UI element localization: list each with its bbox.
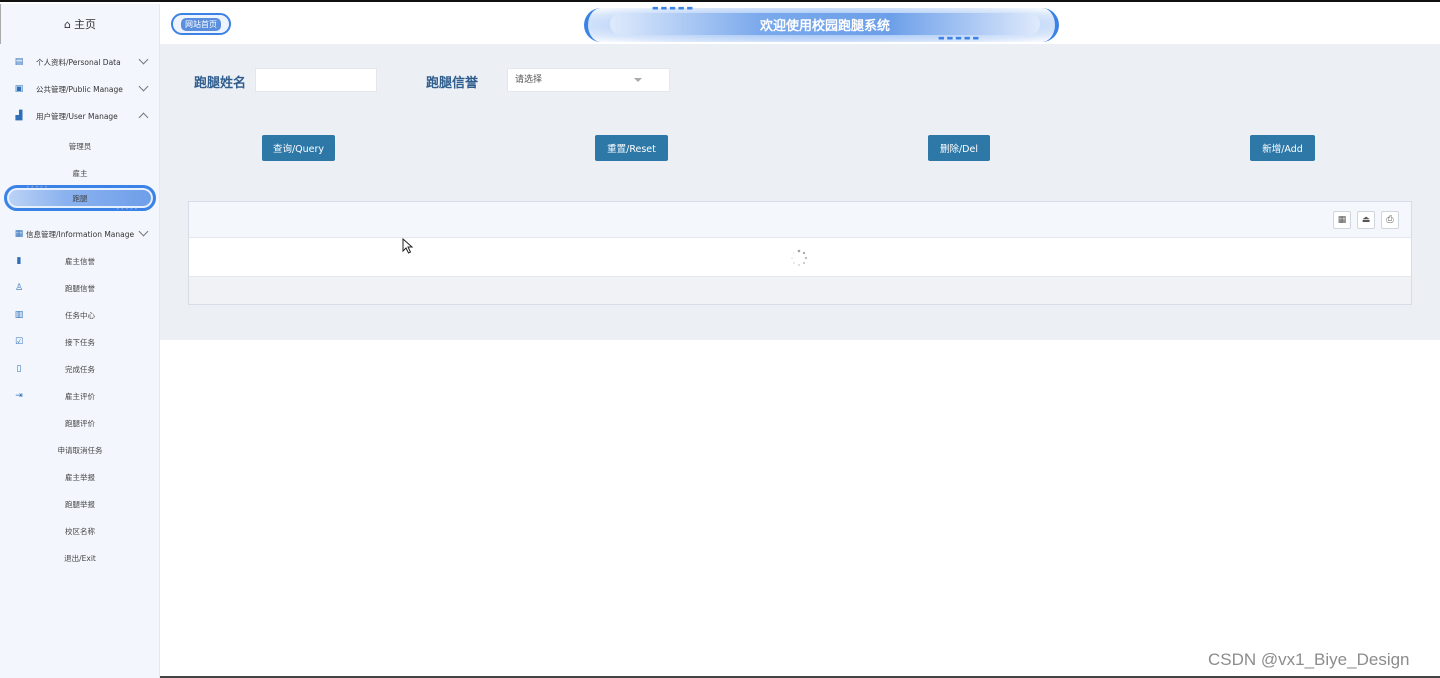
menu-label: 公共管理/Public Manage (36, 84, 123, 94)
sub-item-label: 校区名称 (65, 526, 95, 536)
query-button[interactable]: 查询/Query (262, 135, 335, 161)
print-icon[interactable]: ⎙ (1381, 211, 1399, 229)
data-table: ▦ ⏏ ⎙ (188, 201, 1412, 305)
sidebar-item-runner-review[interactable]: 跑腿评价 (0, 412, 160, 434)
sidebar-home-label: 主页 (73, 18, 96, 31)
sidebar: ⌂ 主页 ▤ 个人资料/Personal Data ▣ 公共管理/Public … (0, 4, 160, 678)
person-badge-icon: ♙ (14, 283, 24, 293)
sidebar-item-employer-review[interactable]: ⇥ 雇主评价 (0, 385, 160, 407)
runner-reputation-select[interactable]: 请选择 (507, 68, 670, 92)
sub-item-label: 退出/Exit (64, 553, 96, 563)
app-frame: ⌂ 主页 ▤ 个人资料/Personal Data ▣ 公共管理/Public … (0, 0, 1440, 678)
welcome-text: 欢迎使用校园跑腿系统 (610, 13, 1040, 35)
sub-item-label: 任务中心 (65, 310, 95, 320)
menu-label: 用户管理/User Manage (36, 111, 118, 121)
building-icon: ▦ (14, 229, 24, 239)
menu-personal-data[interactable]: ▤ 个人资料/Personal Data (0, 51, 160, 73)
logout-arrow-icon: ⇥ (15, 391, 23, 401)
menu-label: 个人资料/Personal Data (36, 57, 121, 67)
decor-dots: ▬▬▬▬▬ (938, 34, 982, 42)
sub-item-label: 雇主举报 (65, 472, 95, 482)
watermark-text: CSDN @vx1_Biye_Design (1208, 650, 1410, 669)
mouse-cursor-icon (402, 238, 414, 254)
sub-item-label: 申请取消任务 (57, 445, 103, 455)
book-icon: ▯ (16, 364, 22, 374)
sidebar-item-employer-report[interactable]: 雇主举报 (0, 466, 160, 488)
loading-spinner-icon (791, 249, 808, 266)
welcome-banner: ▬▬▬▬▬ 欢迎使用校园跑腿系统 ▬▬▬▬▬ (584, 4, 1059, 42)
table-footer (189, 277, 1411, 304)
profile-doc-icon: ▤ (14, 57, 24, 67)
top-header: 网站首页 ▬▬▬▬▬ 欢迎使用校园跑腿系统 ▬▬▬▬▬ (160, 4, 1440, 44)
sub-item-label: 完成任务 (65, 364, 95, 374)
menu-public-manage[interactable]: ▣ 公共管理/Public Manage (0, 78, 160, 100)
calendar-icon: ▥ (14, 310, 24, 320)
home-icon: ⌂ (64, 17, 71, 31)
site-home-label: 网站首页 (181, 17, 221, 31)
sidebar-item-employer-reputation[interactable]: ▮ 雇主信誉 (0, 250, 160, 272)
reset-button[interactable]: 重置/Reset (595, 135, 668, 161)
sidebar-item-accept-task[interactable]: ☑ 接下任务 (0, 331, 160, 353)
chevron-down-icon (138, 81, 149, 92)
chevron-down-icon (138, 226, 149, 237)
caret-down-icon (634, 78, 642, 82)
grid-icon[interactable]: ▦ (1333, 211, 1351, 229)
menu-user-manage[interactable]: ▟ 用户管理/User Manage (0, 105, 160, 127)
users-chart-icon: ▟ (15, 111, 23, 121)
sidebar-item-exit[interactable]: 退出/Exit (0, 547, 160, 569)
site-home-link[interactable]: 网站首页 (171, 13, 231, 35)
export-icon[interactable]: ⏏ (1357, 211, 1375, 229)
sidebar-item-task-center[interactable]: ▥ 任务中心 (0, 304, 160, 326)
sub-item-label: 接下任务 (65, 337, 95, 347)
sidebar-item-runner[interactable]: 跑腿 (4, 185, 156, 211)
sidebar-item-complete-task[interactable]: ▯ 完成任务 (0, 358, 160, 380)
sidebar-item-cancel-request[interactable]: 申请取消任务 (0, 439, 160, 461)
chevron-down-icon (138, 54, 149, 65)
menu-label: 信息管理/Information Manage (26, 229, 135, 239)
main-panel: 跑腿姓名 跑腿信誉 请选择 查询/Query 重置/Reset 删除/Del 新… (160, 44, 1440, 340)
sub-item-label: 雇主信誉 (65, 256, 95, 266)
sidebar-home[interactable]: ⌂ 主页 (0, 4, 159, 44)
decor-dots: ▬▬▬▬▬ (652, 4, 696, 12)
select-placeholder: 请选择 (515, 75, 543, 85)
sidebar-item-runner-report[interactable]: 跑腿举报 (0, 493, 160, 515)
sub-item-label: 跑腿信誉 (65, 283, 95, 293)
runner-name-label: 跑腿姓名 (194, 76, 247, 91)
calendar-check-icon: ☑ (14, 337, 24, 347)
runner-name-input[interactable] (255, 68, 377, 92)
delete-button[interactable]: 删除/Del (928, 135, 990, 161)
sub-item-label: 雇主 (72, 168, 88, 178)
sub-item-label: 跑腿 (72, 193, 88, 203)
sub-item-label: 管理员 (68, 141, 92, 151)
sidebar-item-admin[interactable]: 管理员 (0, 135, 160, 157)
table-body (189, 238, 1411, 277)
sidebar-item-runner-reputation[interactable]: ♙ 跑腿信誉 (0, 277, 160, 299)
runner-reputation-label: 跑腿信誉 (426, 76, 479, 91)
sidebar-item-campus-name[interactable]: 校区名称 (0, 520, 160, 542)
table-toolbar: ▦ ⏏ ⎙ (189, 202, 1411, 238)
chevron-up-icon (138, 112, 149, 123)
sub-item-label: 跑腿评价 (65, 418, 95, 428)
add-button[interactable]: 新增/Add (1250, 135, 1315, 161)
sub-item-label: 雇主评价 (65, 391, 95, 401)
clipboard-icon: ▣ (14, 84, 24, 94)
bookmark-icon: ▮ (16, 256, 22, 266)
sidebar-item-employer[interactable]: 雇主 (0, 162, 160, 184)
menu-information-manage[interactable]: ▦ 信息管理/Information Manage (0, 223, 160, 245)
sub-item-label: 跑腿举报 (65, 499, 95, 509)
